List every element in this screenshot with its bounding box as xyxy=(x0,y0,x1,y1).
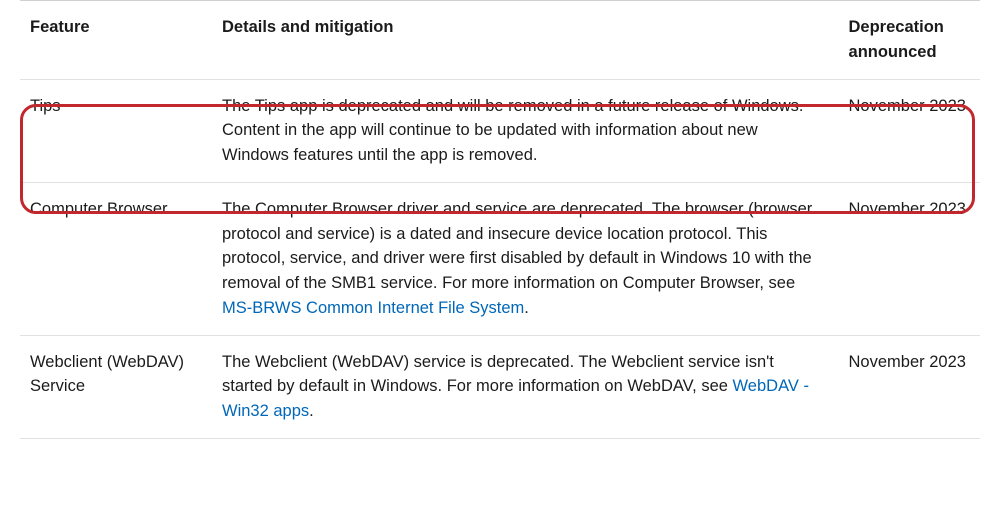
cell-details: The Computer Browser driver and service … xyxy=(212,182,839,335)
cell-feature: Computer Browser xyxy=(20,182,212,335)
table-row: Webclient (WebDAV) Service The Webclient… xyxy=(20,335,980,438)
cell-details: The Webclient (WebDAV) service is deprec… xyxy=(212,335,839,438)
header-date: Deprecation announced xyxy=(839,1,980,80)
table-row: Computer Browser The Computer Browser dr… xyxy=(20,182,980,335)
table-header-row: Feature Details and mitigation Deprecati… xyxy=(20,1,980,80)
link-ms-brws[interactable]: MS-BRWS Common Internet File System xyxy=(222,299,524,317)
header-feature: Feature xyxy=(20,1,212,80)
cell-date: November 2023 xyxy=(839,182,980,335)
header-details: Details and mitigation xyxy=(212,1,839,80)
cell-date: November 2023 xyxy=(839,79,980,182)
deprecation-table: Feature Details and mitigation Deprecati… xyxy=(20,0,980,439)
table-row: Tips The Tips app is deprecated and will… xyxy=(20,79,980,182)
cell-details: The Tips app is deprecated and will be r… xyxy=(212,79,839,182)
cell-feature: Webclient (WebDAV) Service xyxy=(20,335,212,438)
cell-feature: Tips xyxy=(20,79,212,182)
cell-date: November 2023 xyxy=(839,335,980,438)
